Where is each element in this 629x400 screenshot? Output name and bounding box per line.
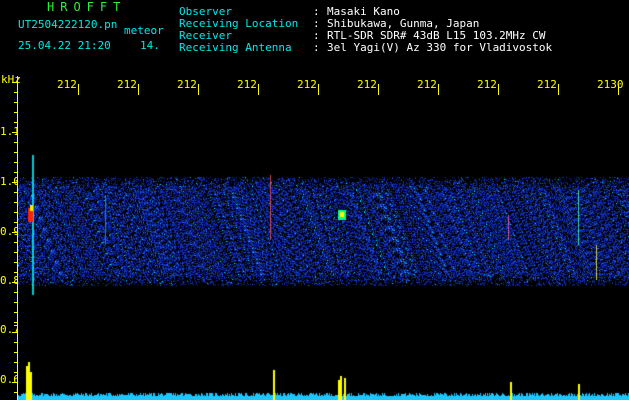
spectrogram-screen: HROFFT UT2504222120.pn meteor 25.04.22 2… xyxy=(0,0,629,400)
signal-strength-strip xyxy=(18,360,629,400)
spectrogram-canvas xyxy=(18,95,629,400)
